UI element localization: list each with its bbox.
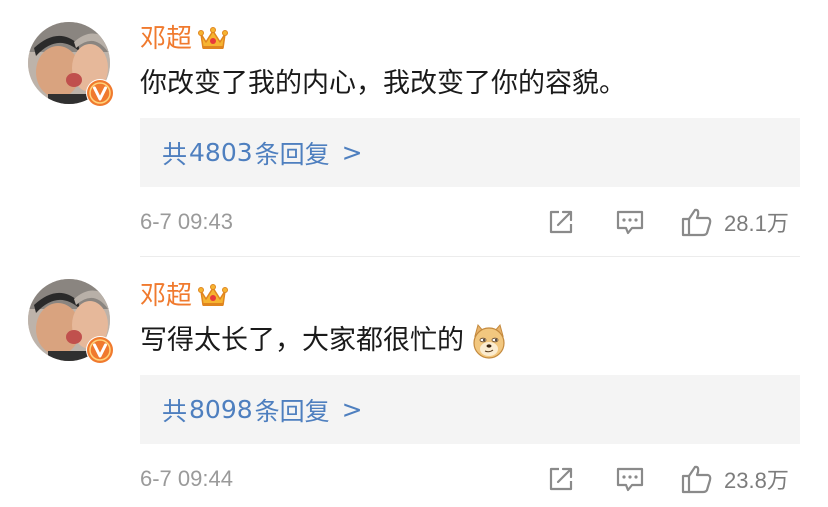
comment-icon [614, 464, 646, 494]
replies-prefix: 共 [162, 139, 188, 169]
username[interactable]: 邓超 [140, 22, 192, 56]
comment-footer: 6-7 09:43 28.1万 [140, 204, 800, 240]
comment-item: 邓超 你改变了我的内心，我改变了你的容貌。 共 4803 条回复 > 6-7 0… [0, 0, 828, 256]
timestamp: 6-7 09:43 [140, 209, 233, 234]
view-replies-button[interactable]: 共 4803 条回复 > [140, 118, 800, 187]
replies-count: 4803 [189, 138, 253, 167]
username-row: 邓超 [140, 22, 229, 56]
comment-text: 你改变了我的内心，我改变了你的容貌。 [140, 64, 626, 104]
crown-icon[interactable] [198, 283, 229, 309]
chevron-right-icon: > [341, 395, 363, 424]
replies-suffix: 条回复 [254, 139, 330, 169]
share-icon [546, 464, 576, 494]
replies-prefix: 共 [162, 396, 188, 426]
comment-item: 邓超 写得太长了，大家都很忙的 共 8098 条回复 > 6-7 09:44 2… [0, 257, 828, 507]
like-count: 23.8万 [724, 468, 789, 493]
crown-icon[interactable] [198, 26, 229, 52]
comment-text-content: 你改变了我的内心，我改变了你的容貌。 [140, 68, 626, 99]
share-icon [546, 207, 576, 237]
username-row: 邓超 [140, 279, 229, 313]
comment-button[interactable] [614, 461, 646, 497]
verified-v-icon [86, 336, 114, 364]
verified-v-icon [86, 79, 114, 107]
share-button[interactable] [546, 204, 576, 240]
comment-text-content: 写得太长了，大家都很忙的 [140, 325, 464, 356]
view-replies-button[interactable]: 共 8098 条回复 > [140, 375, 800, 444]
replies-suffix: 条回复 [254, 396, 330, 426]
like-button[interactable]: 23.8万 [680, 461, 789, 497]
replies-count: 8098 [189, 395, 253, 424]
username[interactable]: 邓超 [140, 279, 192, 313]
like-button[interactable]: 28.1万 [680, 204, 789, 240]
share-button[interactable] [546, 461, 576, 497]
thumbs-up-icon [680, 206, 714, 238]
timestamp: 6-7 09:44 [140, 466, 233, 491]
thumbs-up-icon [680, 463, 714, 495]
comment-button[interactable] [614, 204, 646, 240]
doge-emoji-icon [470, 322, 508, 360]
comment-text: 写得太长了，大家都很忙的 [140, 321, 508, 361]
comment-icon [614, 207, 646, 237]
comment-footer: 6-7 09:44 23.8万 [140, 461, 800, 497]
like-count: 28.1万 [724, 211, 789, 236]
chevron-right-icon: > [341, 138, 363, 167]
